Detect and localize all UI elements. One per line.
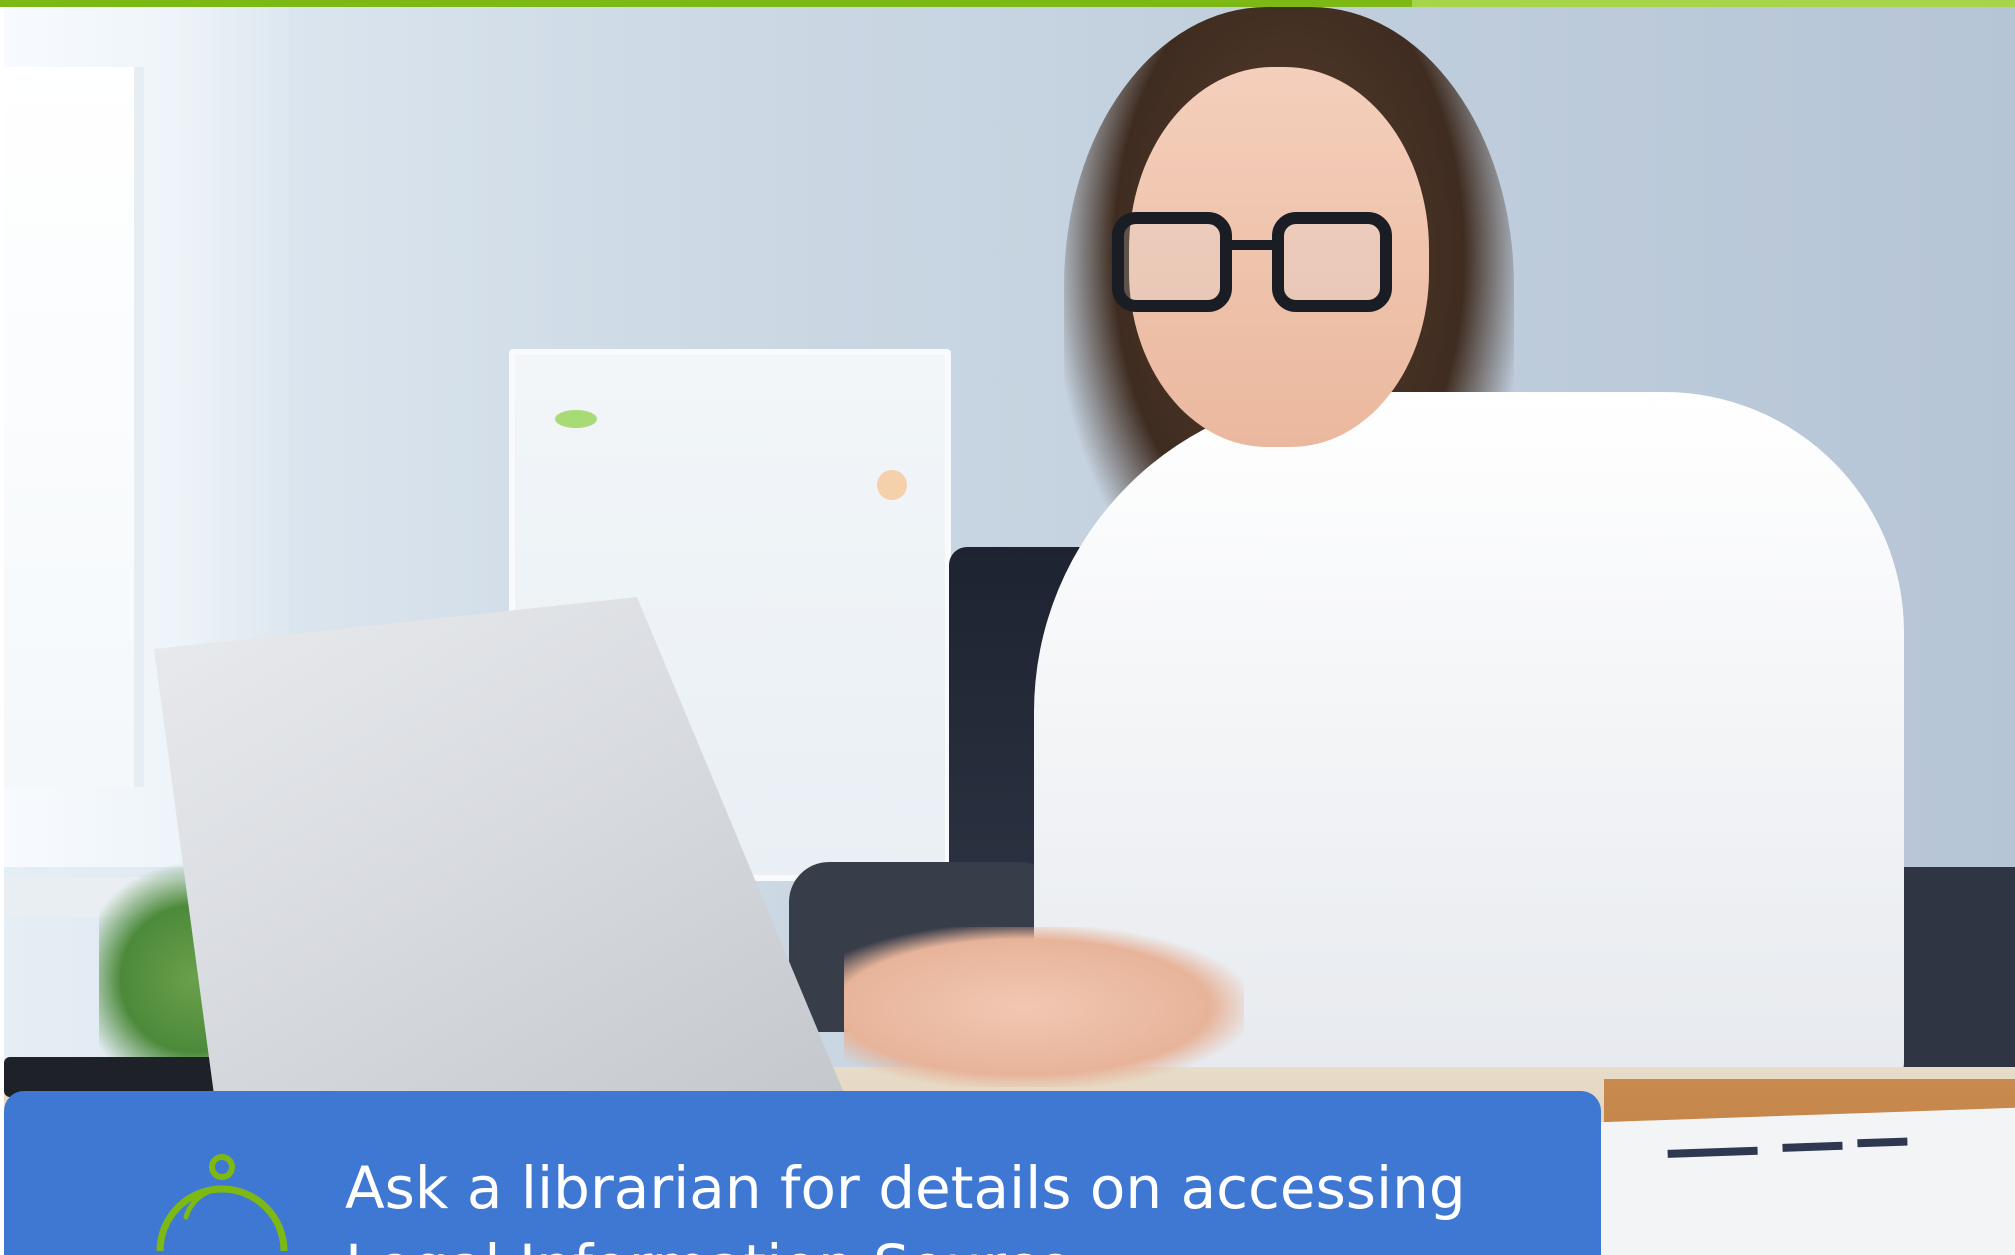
photo-person-glasses [1112,212,1422,322]
photo-person-hands [844,927,1244,1087]
whiteboard-sticky-orange [877,470,907,500]
glasses-lens-right [1272,212,1392,312]
papers-chart-mark [1667,1146,1758,1158]
accent-bar-secondary [1412,0,2015,7]
service-bell-icon [156,1154,288,1252]
glasses-lens-left [1112,212,1232,312]
info-banner: Ask a librarian for details on accessing… [4,1091,1601,1255]
papers-chart-mark [1782,1141,1843,1152]
page: Ask a librarian for details on accessing… [0,0,2015,1255]
banner-message: Ask a librarian for details on accessing… [345,1154,1466,1255]
whiteboard-sticky-green [555,410,597,428]
papers-chart-mark [1857,1137,1908,1148]
top-accent-bar [0,0,2015,7]
photo-window-pane [4,67,144,787]
glasses-bridge [1232,240,1272,250]
accent-bar-primary [0,0,1412,7]
photo-papers [1596,1107,2015,1255]
hero-photo [4,7,2015,1255]
